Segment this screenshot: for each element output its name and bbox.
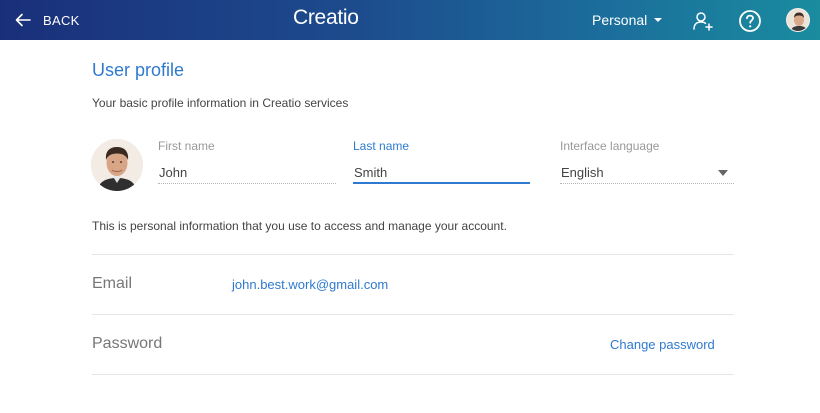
help-icon [739, 10, 761, 32]
page-subtitle: Your basic profile information in Creati… [92, 96, 349, 110]
profile-photo[interactable] [91, 139, 143, 191]
divider [92, 314, 734, 315]
page-title: User profile [92, 60, 185, 80]
first-name-input[interactable] [158, 162, 336, 184]
profile-note: This is personal information that you us… [92, 219, 507, 233]
divider [92, 374, 734, 375]
workspace-dropdown[interactable]: Personal [592, 0, 663, 40]
last-name-input[interactable] [353, 162, 530, 184]
user-avatar[interactable] [786, 8, 810, 32]
email-value[interactable]: john.best.work@gmail.com [232, 277, 388, 292]
interface-language-label: Interface language [560, 139, 660, 153]
interface-language-select[interactable]: English [560, 162, 734, 184]
top-bar: BACK Creatio Personal [0, 0, 820, 40]
back-button[interactable]: BACK [14, 0, 80, 40]
arrow-left-icon [15, 13, 31, 27]
email-label: Email [92, 275, 133, 292]
user-avatar-image [787, 9, 809, 31]
add-user-button[interactable] [691, 9, 715, 33]
profile-photo-image [91, 139, 143, 191]
app-logo: Creatio [293, 6, 359, 29]
chevron-down-icon [654, 18, 663, 22]
interface-language-value: English [561, 165, 604, 180]
dropdown-arrow-icon [718, 170, 728, 176]
last-name-field: Last name [353, 139, 530, 184]
back-label: BACK [43, 12, 80, 28]
interface-language-field: Interface language English [560, 139, 734, 184]
divider [92, 254, 734, 255]
password-label: Password [92, 335, 163, 352]
workspace-label: Personal [592, 12, 648, 28]
first-name-field: First name [158, 139, 336, 184]
last-name-label: Last name [353, 139, 410, 153]
help-button[interactable] [738, 9, 762, 33]
change-password-link[interactable]: Change password [610, 337, 715, 352]
first-name-label: First name [158, 139, 215, 153]
add-user-icon [693, 12, 713, 31]
